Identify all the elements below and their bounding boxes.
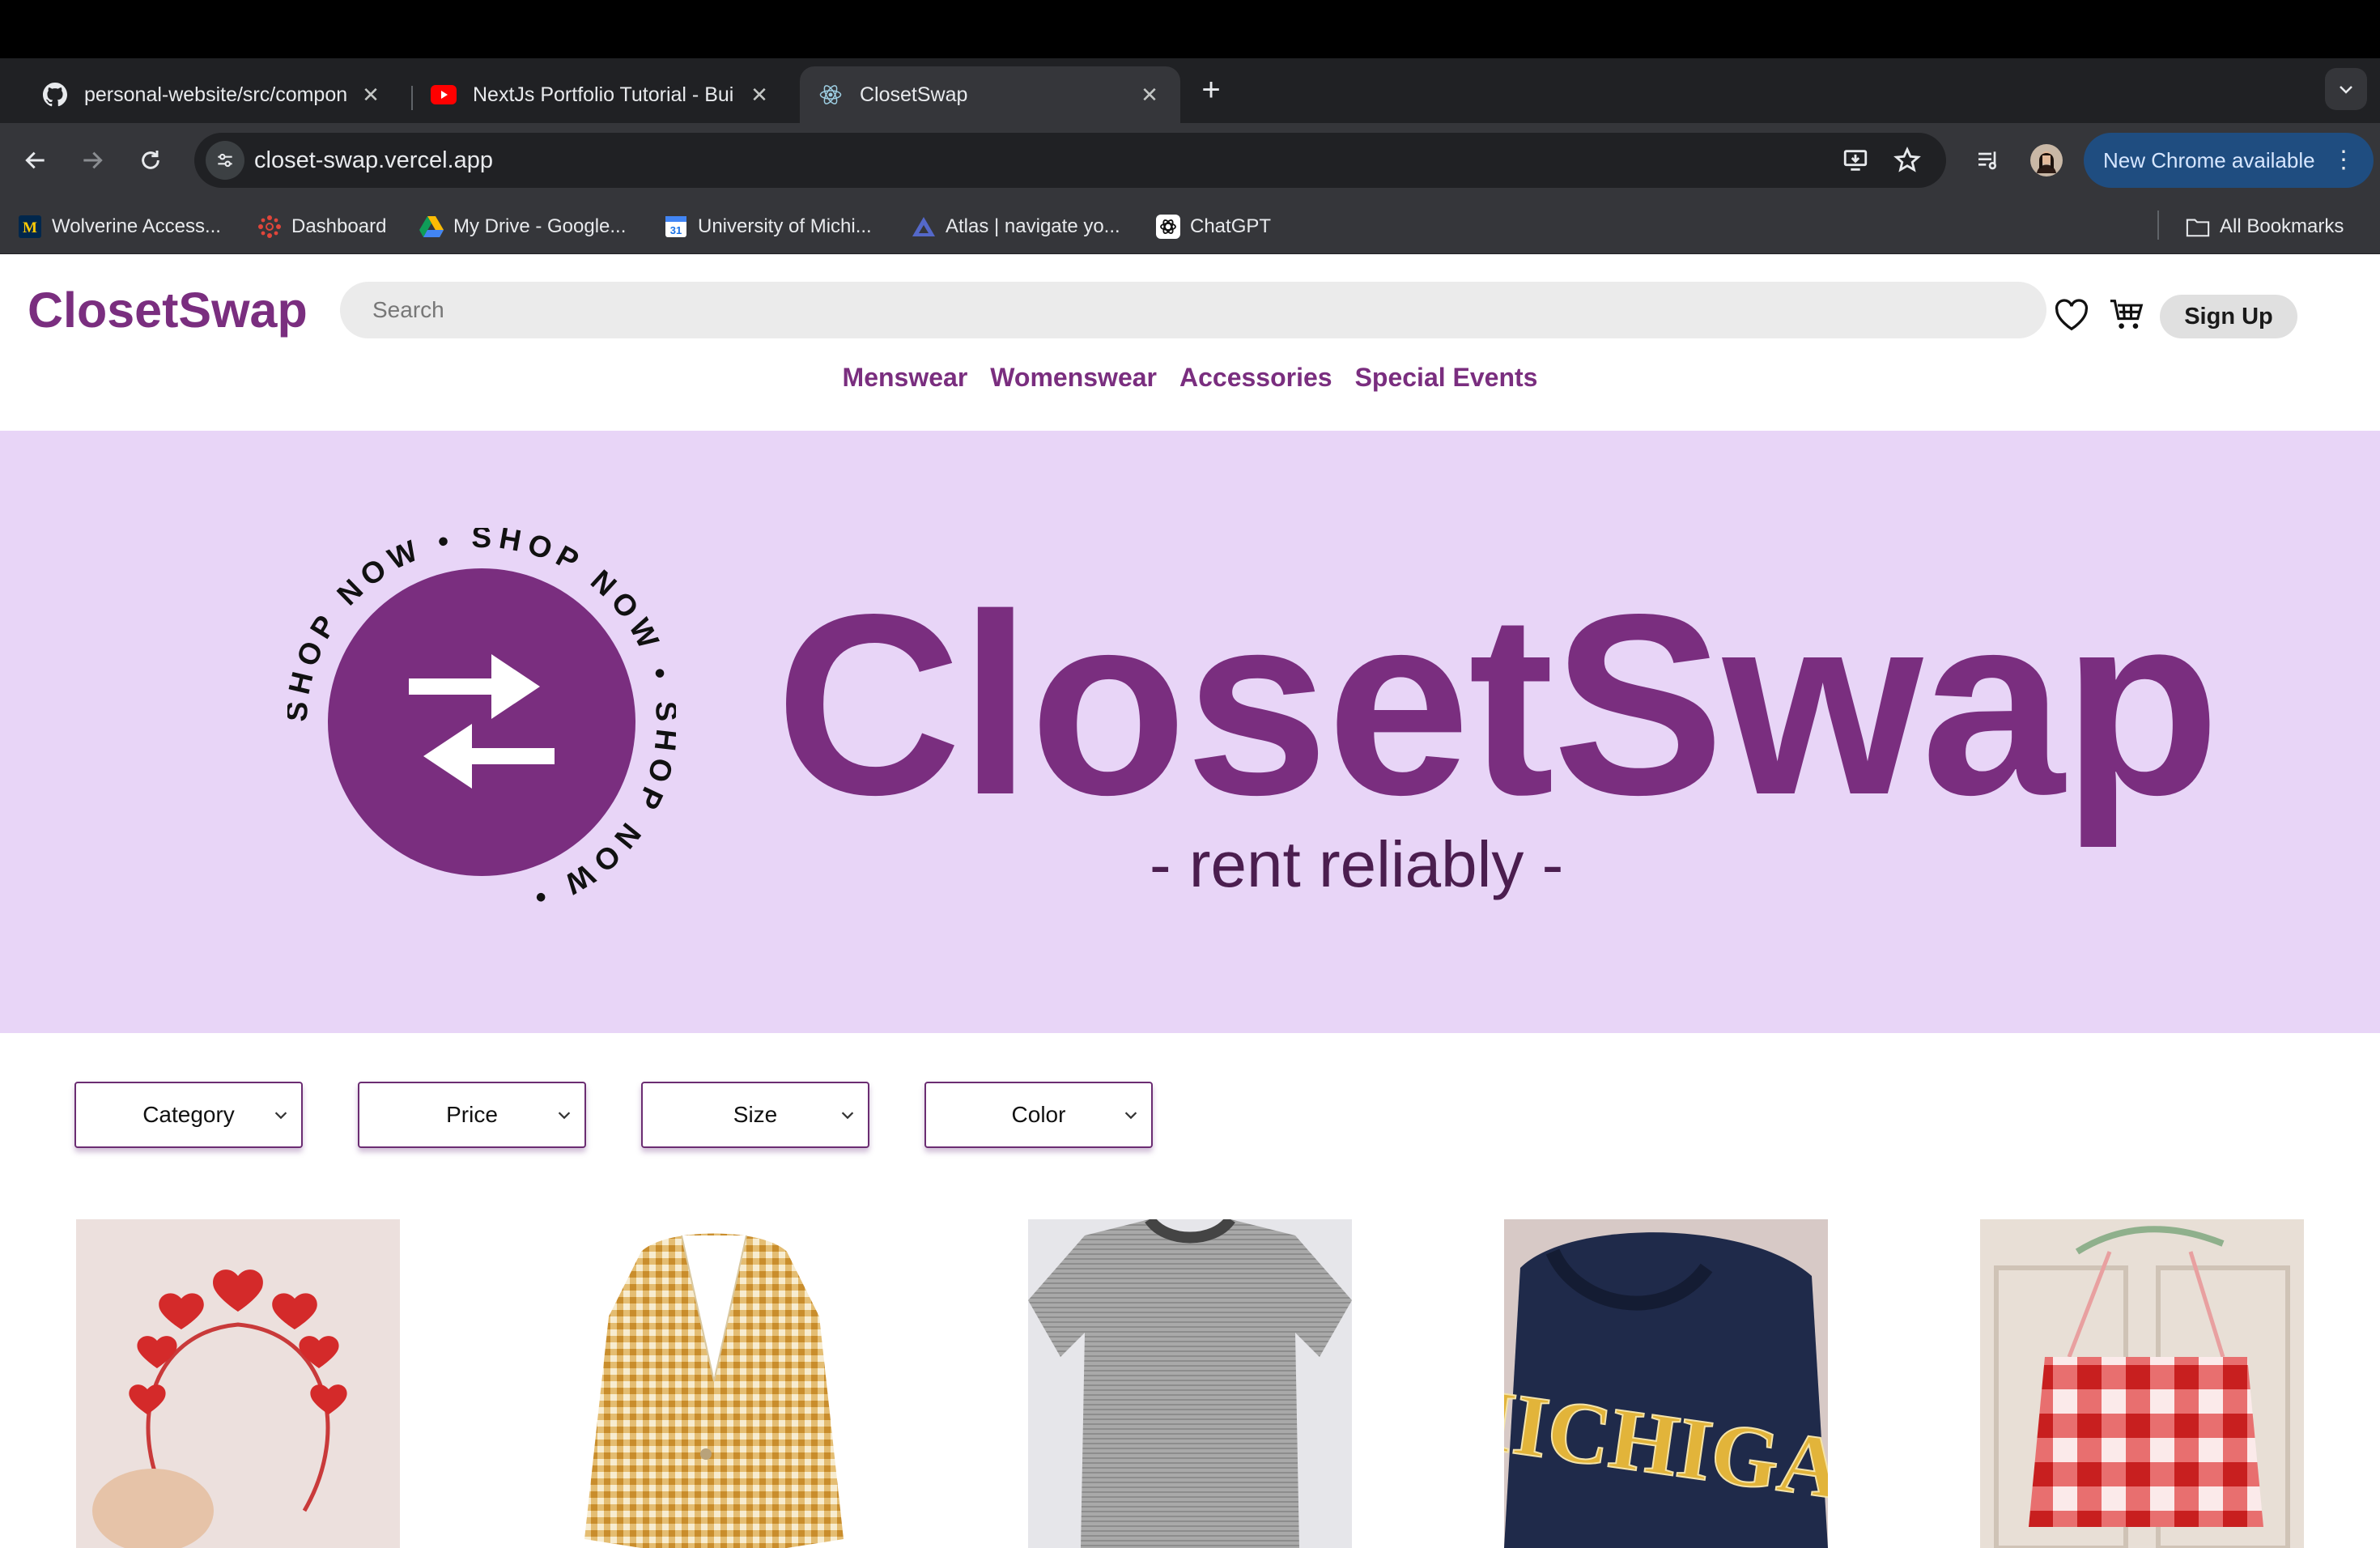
svg-text:31: 31 — [670, 224, 682, 236]
nav-link-menswear[interactable]: Menswear — [843, 363, 968, 393]
category-nav: Menswear Womenswear Accessories Special … — [0, 363, 2380, 393]
product-gray-striped-tshirt[interactable] — [1028, 1219, 1352, 1548]
arrow-right-icon — [83, 151, 103, 169]
bookmark-label: My Drive - Google... — [453, 215, 627, 237]
update-label: New Chrome available — [2103, 147, 2315, 172]
bookmark-label: University of Michi... — [698, 215, 872, 237]
tab-title: NextJs Portfolio Tutorial - Bui — [473, 83, 734, 106]
hero-banner[interactable]: SHOP NOW • SHOP NOW • SHOP NOW • ClosetS… — [0, 431, 2380, 1033]
filter-label: Price — [446, 1102, 498, 1127]
bookmark-chatgpt[interactable]: ChatGPT — [1156, 212, 1271, 241]
bookmark-label: ChatGPT — [1190, 215, 1272, 237]
filter-label: Category — [142, 1102, 235, 1127]
forward-button[interactable] — [74, 142, 110, 178]
tab-closetswap[interactable]: ClosetSwap ✕ — [800, 66, 1180, 123]
shop-now-badge[interactable]: SHOP NOW • SHOP NOW • SHOP NOW • — [287, 528, 676, 916]
new-tab-button[interactable]: + — [1195, 74, 1227, 107]
chevron-down-icon — [274, 1112, 287, 1120]
tab-youtube[interactable]: NextJs Portfolio Tutorial - Bui ✕ — [413, 66, 790, 123]
product-navy-michigan-hoodie[interactable]: MICHIGAN — [1504, 1219, 1828, 1548]
reload-icon — [142, 151, 159, 169]
nav-link-special-events[interactable]: Special Events — [1355, 363, 1538, 393]
product-red-gingham-top[interactable] — [1980, 1219, 2304, 1548]
chevron-down-icon — [1124, 1112, 1137, 1120]
hero-title: ClosetSwap — [776, 561, 2220, 848]
youtube-icon — [431, 82, 457, 108]
chevron-down-icon — [2340, 86, 2352, 94]
bookmark-label: Wolverine Access... — [52, 215, 221, 237]
back-button[interactable] — [18, 142, 53, 178]
filter-category[interactable]: Category — [74, 1082, 303, 1148]
arrow-left-icon — [25, 151, 45, 169]
page-content: ClosetSwap Sign Up Menswear Womenswear A… — [0, 254, 2380, 1548]
search-input[interactable] — [340, 282, 2046, 338]
folder-icon — [2186, 215, 2210, 239]
tab-title: ClosetSwap — [860, 83, 968, 106]
chevron-down-icon — [558, 1112, 571, 1120]
wishlist-heart-icon[interactable] — [2051, 295, 2092, 335]
address-bar[interactable]: closet-swap.vercel.app — [194, 133, 1946, 188]
bookmark-dashboard[interactable]: Dashboard — [257, 212, 386, 241]
nav-link-womenswear[interactable]: Womenswear — [990, 363, 1157, 393]
site-logo[interactable]: ClosetSwap — [28, 282, 308, 338]
close-tab-icon[interactable]: ✕ — [1137, 82, 1162, 108]
filter-label: Color — [1011, 1102, 1066, 1127]
chatgpt-icon — [1156, 215, 1180, 239]
dashboard-icon — [257, 215, 282, 239]
site-settings-icon[interactable] — [206, 141, 244, 180]
install-app-icon[interactable] — [1839, 144, 1872, 176]
new-chrome-available-button[interactable]: New Chrome available ⋮ — [2084, 133, 2374, 188]
calendar-icon: 31 — [664, 215, 688, 239]
hero-tagline: - rent reliably - — [1150, 828, 1564, 900]
bookmarks-divider — [2157, 211, 2159, 240]
bookmark-wolverine-access[interactable]: M Wolverine Access... — [18, 212, 221, 241]
tab-search-button[interactable] — [2325, 68, 2367, 110]
tab-title: personal-website/src/compon — [84, 83, 348, 106]
tab-strip: personal-website/src/compon ✕ NextJs Por… — [0, 58, 2380, 123]
atlas-icon — [912, 215, 936, 239]
kebab-menu-icon[interactable]: ⋮ — [2331, 146, 2356, 174]
filter-size[interactable]: Size — [641, 1082, 869, 1148]
bookmark-university-calendar[interactable]: 31 University of Michi... — [664, 212, 872, 241]
close-tab-icon[interactable]: ✕ — [358, 82, 384, 108]
bookmark-atlas[interactable]: Atlas | navigate yo... — [912, 212, 1120, 241]
bookmark-label: All Bookmarks — [2220, 215, 2344, 237]
url-text: closet-swap.vercel.app — [254, 147, 493, 173]
all-bookmarks-button[interactable]: All Bookmarks — [2186, 212, 2344, 241]
bookmark-google-drive[interactable]: My Drive - Google... — [419, 212, 626, 241]
filter-label: Size — [733, 1102, 778, 1127]
product-red-heart-headband[interactable] — [76, 1219, 400, 1548]
reading-list-icon[interactable] — [1970, 142, 2006, 178]
bookmark-label: Atlas | navigate yo... — [946, 215, 1120, 237]
profile-avatar[interactable] — [2029, 142, 2064, 178]
chevron-down-icon — [841, 1112, 854, 1120]
tab-github[interactable]: personal-website/src/compon ✕ — [24, 66, 402, 123]
sign-up-button[interactable]: Sign Up — [2160, 295, 2297, 338]
github-icon — [42, 82, 68, 108]
reload-button[interactable] — [133, 142, 168, 178]
filter-color[interactable]: Color — [924, 1082, 1153, 1148]
svg-text:M: M — [23, 219, 37, 236]
browser-toolbar: closet-swap.vercel.app New Chrome availa… — [0, 123, 2380, 198]
filter-price[interactable]: Price — [358, 1082, 586, 1148]
react-icon — [818, 82, 844, 108]
product-yellow-gingham-blazer[interactable] — [552, 1219, 876, 1548]
bookmark-label: Dashboard — [291, 215, 387, 237]
close-tab-icon[interactable]: ✕ — [746, 82, 772, 108]
google-drive-icon — [419, 215, 444, 239]
cart-icon[interactable] — [2106, 295, 2147, 335]
nav-link-accessories[interactable]: Accessories — [1179, 363, 1332, 393]
os-menu-bar — [0, 0, 2380, 58]
bookmark-star-icon[interactable] — [1891, 144, 1923, 176]
umich-m-icon: M — [18, 215, 42, 239]
bookmarks-bar: M Wolverine Access... Dashboard My Drive… — [0, 198, 2380, 254]
